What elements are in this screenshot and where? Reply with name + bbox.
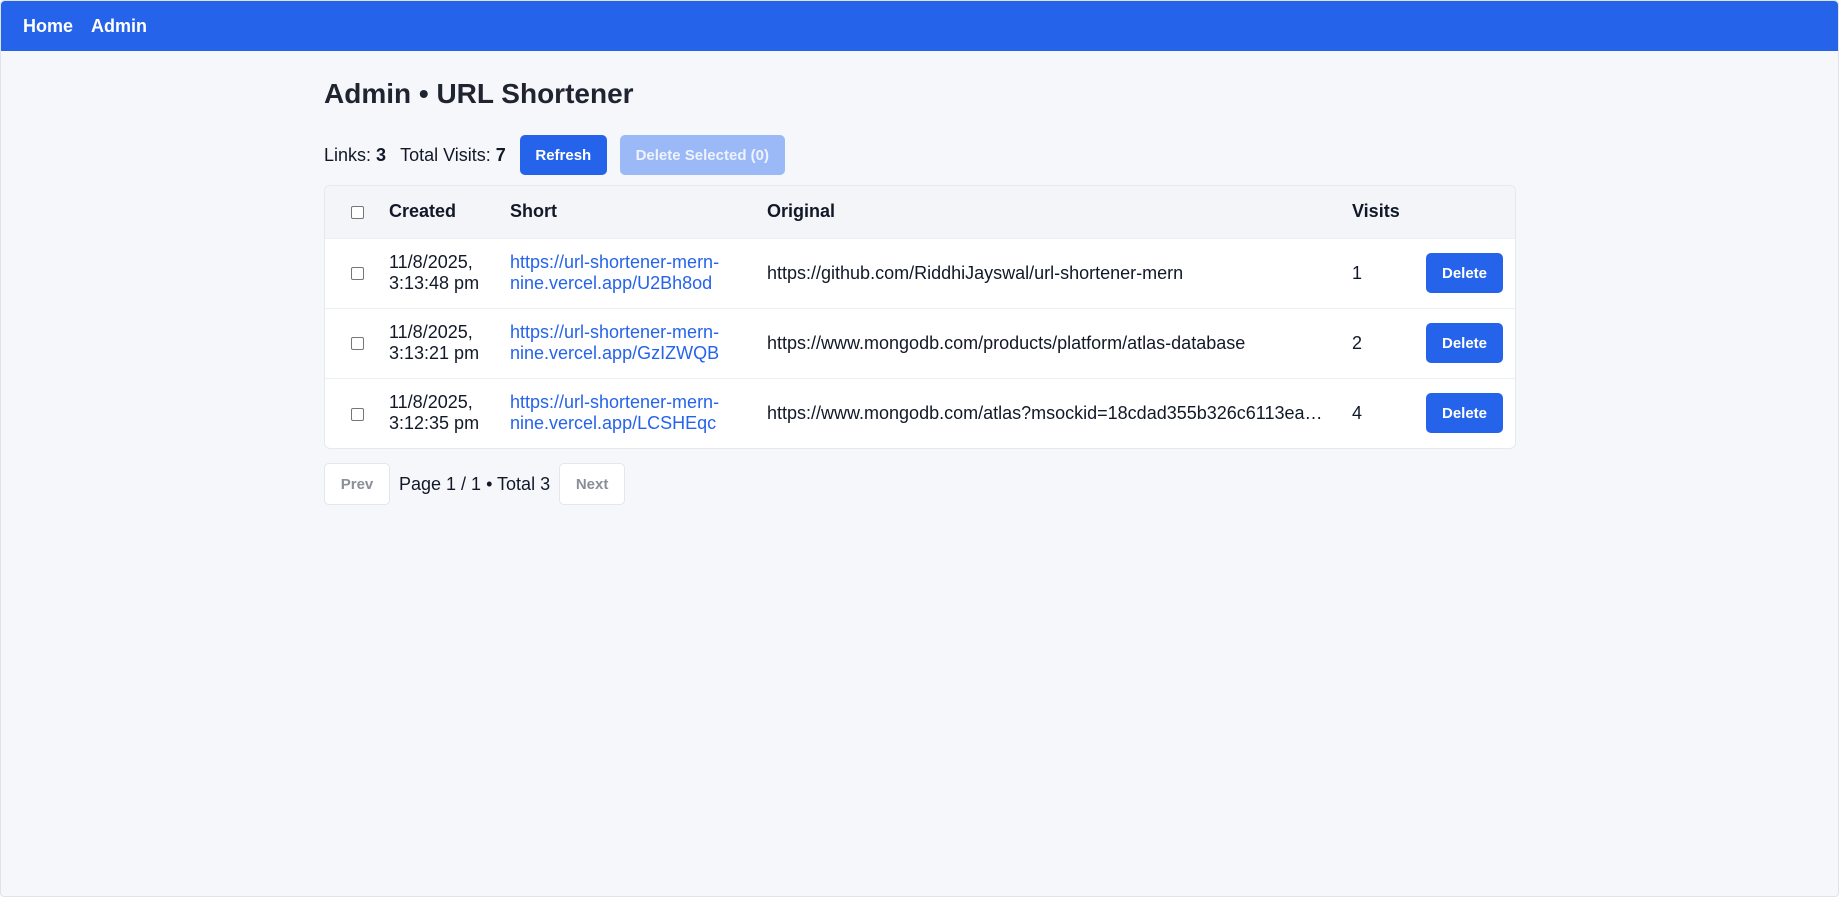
short-cell: https://url-shortener-mern- nine.vercel.… [510, 378, 767, 448]
links-stat-value: 3 [376, 144, 387, 165]
short-url-line1: https://url-shortener-mern- [510, 392, 720, 413]
original-cell: https://github.com/RiddhiJayswal/url-sho… [767, 238, 1352, 308]
short-url-line2: nine.vercel.app/U2Bh8od [510, 273, 713, 293]
prev-page-button[interactable]: Prev [324, 463, 390, 505]
visits-stat-label: Total Visits: [400, 144, 491, 165]
created-cell: 11/8/2025, 3:13:48 pm [389, 238, 510, 308]
created-time: 3:12:35 pm [389, 413, 480, 434]
row-select-cell [325, 308, 389, 378]
row-checkbox[interactable] [350, 407, 364, 421]
links-table: Created Short Original Visits 11/8/2025, [325, 186, 1515, 448]
stats-toolbar: Links: 3 Total Visits: 7 Refresh Delete … [324, 135, 1516, 175]
header-visits: Visits [1352, 201, 1400, 222]
action-cell: Delete [1426, 378, 1515, 448]
row-select-cell [325, 238, 389, 308]
header-actions [1426, 186, 1515, 238]
original-url: https://github.com/RiddhiJayswal/url-sho… [767, 262, 1184, 283]
links-stat-label: Links: [324, 144, 372, 165]
row-select-cell [325, 378, 389, 448]
page-info: Page 1 / 1 • Total 3 [399, 473, 551, 494]
main-content: Admin • URL Shortener Links: 3 Total Vis… [324, 51, 1516, 505]
delete-row-button[interactable]: Delete [1426, 393, 1503, 434]
short-url-line1: https://url-shortener-mern- [510, 322, 720, 342]
nav-admin-link[interactable]: Admin [91, 16, 147, 37]
app-window: Home Admin Admin • URL Shortener Links: … [0, 0, 1839, 897]
short-url-link[interactable]: https://url-shortener-mern- nine.vercel.… [510, 252, 757, 294]
original-url: https://www.mongodb.com/atlas?msockid=18… [767, 402, 1323, 423]
top-navbar: Home Admin [1, 1, 1838, 51]
action-cell: Delete [1426, 308, 1515, 378]
short-url-line2: nine.vercel.app/GzIZWQB [510, 343, 720, 363]
header-original: Original [767, 201, 836, 222]
table-row: 11/8/2025, 3:12:35 pm https://url-shorte… [325, 378, 1515, 448]
created-time: 3:13:21 pm [389, 343, 480, 363]
visits-stat: Total Visits: 7 [400, 145, 506, 166]
visits-cell: 1 [1352, 262, 1363, 283]
visits-stat-value: 7 [495, 144, 506, 165]
action-cell: Delete [1426, 238, 1515, 308]
original-url: https://www.mongodb.com/products/platfor… [767, 332, 1246, 353]
pagination: Prev Page 1 / 1 • Total 3 Next [324, 463, 1516, 505]
short-cell: https://url-shortener-mern- nine.vercel.… [510, 238, 767, 308]
created-date: 11/8/2025, [389, 322, 473, 342]
nav-home-link[interactable]: Home [23, 16, 73, 37]
table-header-row: Created Short Original Visits [325, 186, 1515, 238]
short-url-line1: https://url-shortener-mern- [510, 252, 720, 272]
created-cell: 11/8/2025, 3:13:21 pm [389, 308, 510, 378]
links-table-card: Created Short Original Visits 11/8/2025, [324, 185, 1516, 449]
visits-cell: 4 [1352, 402, 1363, 423]
short-cell: https://url-shortener-mern- nine.vercel.… [510, 308, 767, 378]
short-url-link[interactable]: https://url-shortener-mern- nine.vercel.… [510, 392, 757, 434]
created-date: 11/8/2025, [389, 252, 473, 272]
row-checkbox[interactable] [350, 267, 364, 281]
original-cell: https://www.mongodb.com/atlas?msockid=18… [767, 378, 1352, 448]
page-title: Admin • URL Shortener [324, 78, 634, 109]
next-page-button[interactable]: Next [559, 463, 626, 505]
created-cell: 11/8/2025, 3:12:35 pm [389, 378, 510, 448]
select-all-checkbox[interactable] [350, 206, 364, 219]
created-date: 11/8/2025, [389, 392, 473, 413]
delete-row-button[interactable]: Delete [1426, 323, 1503, 363]
delete-selected-button[interactable]: Delete Selected (0) [619, 135, 785, 175]
short-url-line2: nine.vercel.app/LCSHEqc [510, 413, 717, 434]
row-checkbox[interactable] [350, 337, 364, 351]
table-row: 11/8/2025, 3:13:48 pm https://url-shorte… [325, 238, 1515, 308]
short-url-link[interactable]: https://url-shortener-mern- nine.vercel.… [510, 322, 757, 364]
original-cell: https://www.mongodb.com/products/platfor… [767, 308, 1352, 378]
delete-row-button[interactable]: Delete [1426, 253, 1503, 293]
created-time: 3:13:48 pm [389, 273, 480, 293]
refresh-button[interactable]: Refresh [519, 135, 607, 175]
header-select-cell [325, 186, 389, 238]
header-short: Short [510, 201, 557, 222]
header-created: Created [389, 201, 457, 222]
table-row: 11/8/2025, 3:13:21 pm https://url-shorte… [325, 308, 1515, 378]
links-stat: Links: 3 [324, 145, 386, 166]
visits-cell: 2 [1352, 332, 1363, 353]
